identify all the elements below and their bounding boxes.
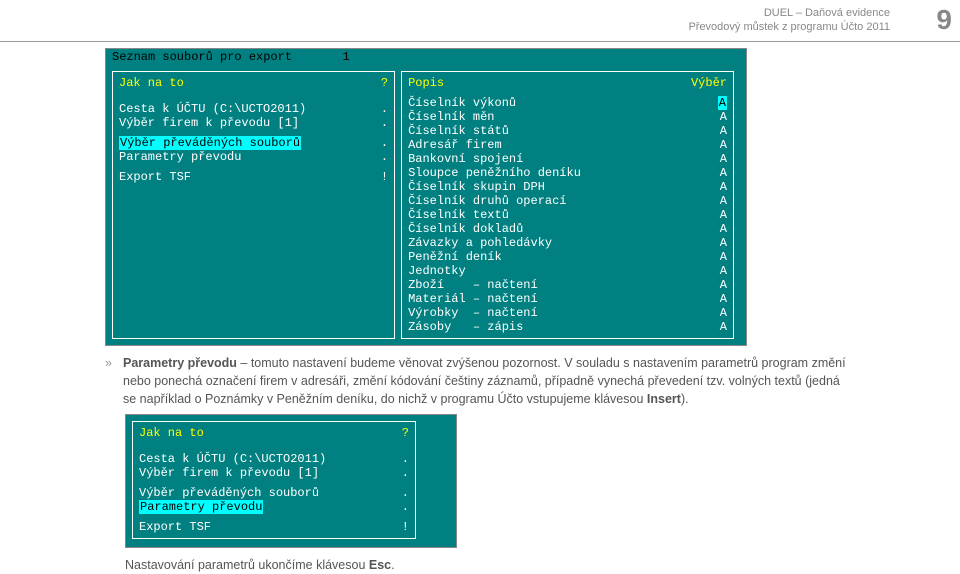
list-item[interactable]: Výrobky – načteníA (408, 306, 727, 320)
dos-title-right: 1 (342, 50, 349, 64)
dos-title-left: Seznam souborů pro export (112, 50, 292, 64)
list-item[interactable]: Číselník dokladůA (408, 222, 727, 236)
list-item[interactable]: Číselník výkonůA (408, 96, 727, 110)
list-item[interactable]: Adresář firemA (408, 138, 727, 152)
menu-item[interactable]: Výběr převáděných souborů. (139, 486, 409, 500)
list-item[interactable]: JednotkyA (408, 264, 727, 278)
closing-esc: Esc (369, 558, 391, 572)
list-item[interactable]: Bankovní spojeníA (408, 152, 727, 166)
closing-t2: . (391, 558, 394, 572)
bullet-marker: » (105, 354, 123, 408)
body-paragraph: » Parametry převodu – tomuto nastavení b… (105, 354, 855, 408)
page-number: 9 (936, 4, 952, 36)
menu-item[interactable]: Parametry převodu. (119, 150, 388, 164)
closing-paragraph: Nastavování parametrů ukončíme klávesou … (125, 556, 855, 574)
menu-item-selected[interactable]: Parametry převodu. (139, 500, 409, 514)
left-hdr-l: Jak na to (119, 76, 184, 90)
right-hdr-l: Popis (408, 76, 444, 90)
menu-item[interactable]: Export TSF! (119, 170, 388, 184)
dos-title-bar: Seznam souborů pro export 1 (106, 49, 746, 65)
hdr-r: ? (402, 426, 409, 440)
menu-item[interactable]: Cesta k ÚČTU (C:\UCTO2011). (139, 452, 409, 466)
dos-screenshot-1: Seznam souborů pro export 1 Jak na to ? … (105, 48, 747, 346)
dos-left-panel: Jak na to ? Cesta k ÚČTU (C:\UCTO2011). … (112, 71, 395, 339)
list-item[interactable]: Číselník měnA (408, 110, 727, 124)
page-header: DUEL – Daňová evidence Převodový můstek … (0, 0, 960, 42)
dos-screenshot-2: Jak na to ? Cesta k ÚČTU (C:\UCTO2011). … (125, 414, 457, 548)
header-line1: DUEL – Daňová evidence (0, 6, 890, 20)
list-item[interactable]: Peněžní deníkA (408, 250, 727, 264)
hdr-l: Jak na to (139, 426, 204, 440)
list-item[interactable]: Číselník druhů operacíA (408, 194, 727, 208)
right-hdr-r: Výběr (691, 76, 727, 90)
para-lead: Parametry převodu (123, 356, 237, 370)
left-hdr-r: ? (381, 76, 388, 90)
closing-t1: Nastavování parametrů ukončíme klávesou (125, 558, 369, 572)
dos-right-panel: Popis Výběr Číselník výkonůAČíselník měn… (401, 71, 734, 339)
header-line2: Převodový můstek z programu Účto 2011 (0, 20, 890, 34)
menu-item[interactable]: Výběr firem k převodu [1]. (119, 116, 388, 130)
list-item[interactable]: Číselník textůA (408, 208, 727, 222)
list-item[interactable]: Číselník státůA (408, 124, 727, 138)
menu-item[interactable]: Cesta k ÚČTU (C:\UCTO2011). (119, 102, 388, 116)
list-item[interactable]: Sloupce peněžního deníkuA (408, 166, 727, 180)
menu-item[interactable]: Výběr firem k převodu [1]. (139, 466, 409, 480)
menu-item-selected[interactable]: Výběr převáděných souborů. (119, 136, 388, 150)
para-insert: Insert (647, 392, 681, 406)
menu-item[interactable]: Export TSF! (139, 520, 409, 534)
para-tail: ). (681, 392, 689, 406)
list-item[interactable]: Závazky a pohledávkyA (408, 236, 727, 250)
list-item[interactable]: Zboží – načteníA (408, 278, 727, 292)
list-item[interactable]: Materiál – načteníA (408, 292, 727, 306)
list-item[interactable]: Zásoby – zápisA (408, 320, 727, 334)
dos-panel: Jak na to ? Cesta k ÚČTU (C:\UCTO2011). … (132, 421, 416, 539)
list-item[interactable]: Číselník skupin DPHA (408, 180, 727, 194)
